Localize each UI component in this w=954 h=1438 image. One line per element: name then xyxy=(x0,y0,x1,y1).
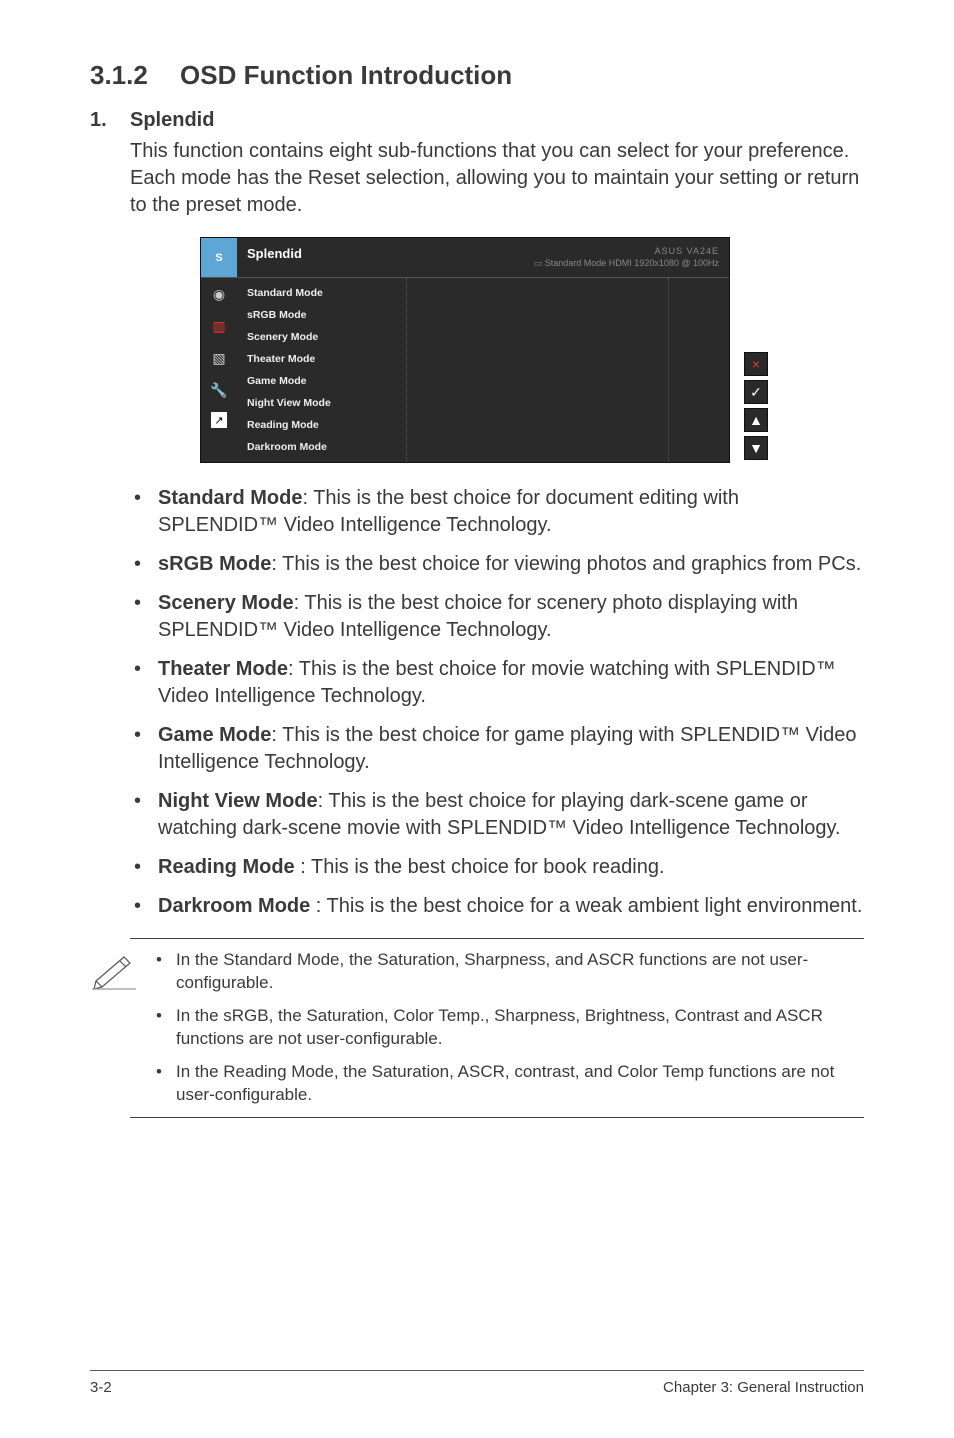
mode-name: Scenery Mode xyxy=(158,592,294,614)
mode-item: Darkroom Mode : This is the best choice … xyxy=(130,893,864,920)
intro-paragraph: This function contains eight sub-functio… xyxy=(130,138,864,219)
arrow-box-icon[interactable]: ↗ xyxy=(211,412,227,428)
mode-name: sRGB Mode xyxy=(158,553,271,575)
osd-header: S Splendid ASUS VA24E Standard Mode HDMI… xyxy=(201,238,729,278)
mode-desc: : This is the best choice for viewing ph… xyxy=(271,553,861,575)
list-item[interactable]: Reading Mode xyxy=(237,414,406,436)
osd-title: Splendid xyxy=(247,246,302,261)
list-item[interactable]: sRGB Mode xyxy=(237,304,406,326)
mode-name: Darkroom Mode xyxy=(158,895,310,917)
item-number: 1. xyxy=(90,109,130,132)
bars-icon[interactable]: ▥ xyxy=(209,316,229,336)
list-item[interactable]: Game Mode xyxy=(237,370,406,392)
mode-item: Theater Mode: This is the best choice fo… xyxy=(130,656,864,710)
mode-item: Night View Mode: This is the best choice… xyxy=(130,788,864,842)
mode-desc: : This is the best choice for book readi… xyxy=(295,856,665,878)
pencil-note-icon xyxy=(90,949,150,1107)
list-item[interactable]: Standard Mode xyxy=(237,282,406,304)
down-button[interactable]: ▼ xyxy=(744,436,768,460)
numbered-item-1: 1. Splendid xyxy=(90,109,864,132)
eye-icon[interactable]: ◉ xyxy=(209,284,229,304)
list-item[interactable]: Theater Mode xyxy=(237,348,406,370)
picture-icon[interactable]: ▧ xyxy=(209,348,229,368)
osd-mode-line: Standard Mode HDMI 1920x1080 @ 100Hz xyxy=(534,258,719,270)
wrench-icon[interactable]: 🔧 xyxy=(209,380,229,400)
mode-name: Night View Mode xyxy=(158,790,318,812)
mode-item: Game Mode: This is the best choice for g… xyxy=(130,722,864,776)
close-button[interactable]: × xyxy=(744,352,768,376)
osd-status: ASUS VA24E Standard Mode HDMI 1920x1080 … xyxy=(534,246,719,269)
note-list: In the Standard Mode, the Saturation, Sh… xyxy=(150,949,860,1107)
osd-sidebar: ◉ ▥ ▧ 🔧 ↗ xyxy=(201,278,237,462)
mode-description-list: Standard Mode : This is the best choice f… xyxy=(130,485,864,920)
note-item: In the Standard Mode, the Saturation, Sh… xyxy=(150,949,860,995)
up-button[interactable]: ▲ xyxy=(744,408,768,432)
mode-item: Standard Mode: This is the best choice f… xyxy=(130,485,864,539)
list-item[interactable]: Night View Mode xyxy=(237,392,406,414)
osd-right-pane xyxy=(669,278,729,462)
section-heading: 3.1.2OSD Function Introduction xyxy=(90,60,864,91)
list-item[interactable]: Scenery Mode xyxy=(237,326,406,348)
heading-title: OSD Function Introduction xyxy=(180,60,512,90)
page-footer: 3-2 Chapter 3: General Instruction xyxy=(90,1370,864,1396)
item-label: Splendid xyxy=(130,109,214,132)
osd-panel: S Splendid ASUS VA24E Standard Mode HDMI… xyxy=(200,237,730,463)
mode-item: Scenery Mode: This is the best choice fo… xyxy=(130,590,864,644)
osd-side-buttons: × ✓ ▲ ▼ xyxy=(744,237,770,462)
osd-model: ASUS VA24E xyxy=(534,246,719,258)
mode-name: Game Mode xyxy=(158,724,271,746)
mode-item: sRGB Mode: This is the best choice for v… xyxy=(130,551,864,578)
note-item: In the Reading Mode, the Saturation, ASC… xyxy=(150,1061,860,1107)
osd-content-pane xyxy=(407,278,669,462)
list-item[interactable]: Darkroom Mode xyxy=(237,436,406,458)
mode-desc: : This is the best choice for a weak amb… xyxy=(310,895,862,917)
mode-name: Reading Mode xyxy=(158,856,295,878)
mode-name: Theater Mode xyxy=(158,658,288,680)
confirm-button[interactable]: ✓ xyxy=(744,380,768,404)
chapter-label: Chapter 3: General Instruction xyxy=(663,1379,864,1396)
mode-item: Reading Mode : This is the best choice f… xyxy=(130,854,864,881)
note-item: In the sRGB, the Saturation, Color Temp.… xyxy=(150,1005,860,1051)
heading-number: 3.1.2 xyxy=(90,60,180,91)
note-block: In the Standard Mode, the Saturation, Sh… xyxy=(130,938,864,1118)
mode-name: Standard Mode xyxy=(158,487,302,509)
osd-screenshot: S Splendid ASUS VA24E Standard Mode HDMI… xyxy=(200,237,864,463)
page-number: 3-2 xyxy=(90,1379,112,1396)
splendid-s-icon: S xyxy=(201,238,237,277)
osd-mode-list: Standard Mode sRGB Mode Scenery Mode The… xyxy=(237,278,407,462)
